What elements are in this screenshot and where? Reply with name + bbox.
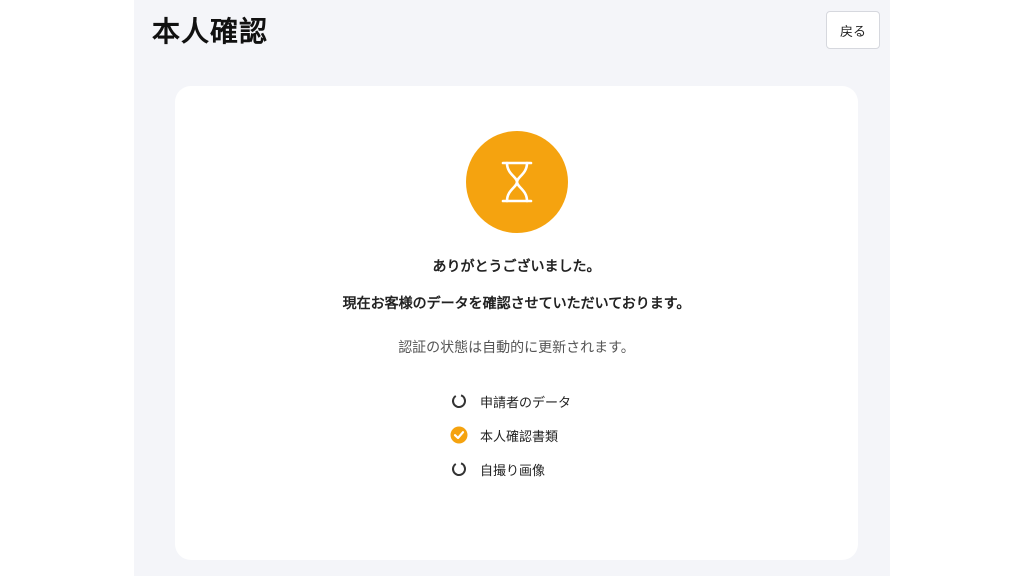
step-id-document: 本人確認書類: [450, 418, 670, 452]
loading-ring-icon: [452, 394, 466, 408]
checking-message: 現在お客様のデータを確認させていただいております。: [342, 296, 691, 312]
auto-update-note: 認証の状態は自動的に更新されます。: [398, 340, 635, 356]
step-label: 自撮り画像: [480, 463, 546, 479]
hourglass-icon: [501, 161, 533, 203]
check-circle-icon: [450, 426, 468, 444]
verification-status-card: ありがとうございました。 現在お客様のデータを確認させていただいております。 認…: [175, 86, 858, 560]
main-panel: 本人確認 戻る ありがとうございました。 現在お客様のデータを確認させていただい…: [134, 0, 890, 576]
step-selfie: 自撮り画像: [450, 452, 670, 486]
back-button[interactable]: 戻る: [826, 11, 880, 49]
verification-steps: 申請者のデータ 本人確認書類 自撮り画像: [450, 384, 670, 486]
step-label: 本人確認書類: [480, 429, 559, 445]
loading-ring-icon: [452, 462, 466, 476]
thanks-message: ありがとうございました。: [432, 259, 601, 275]
status-badge: [466, 131, 568, 233]
step-label: 申請者のデータ: [480, 395, 572, 411]
page-title: 本人確認: [152, 15, 269, 48]
step-applicant-data: 申請者のデータ: [450, 384, 670, 418]
